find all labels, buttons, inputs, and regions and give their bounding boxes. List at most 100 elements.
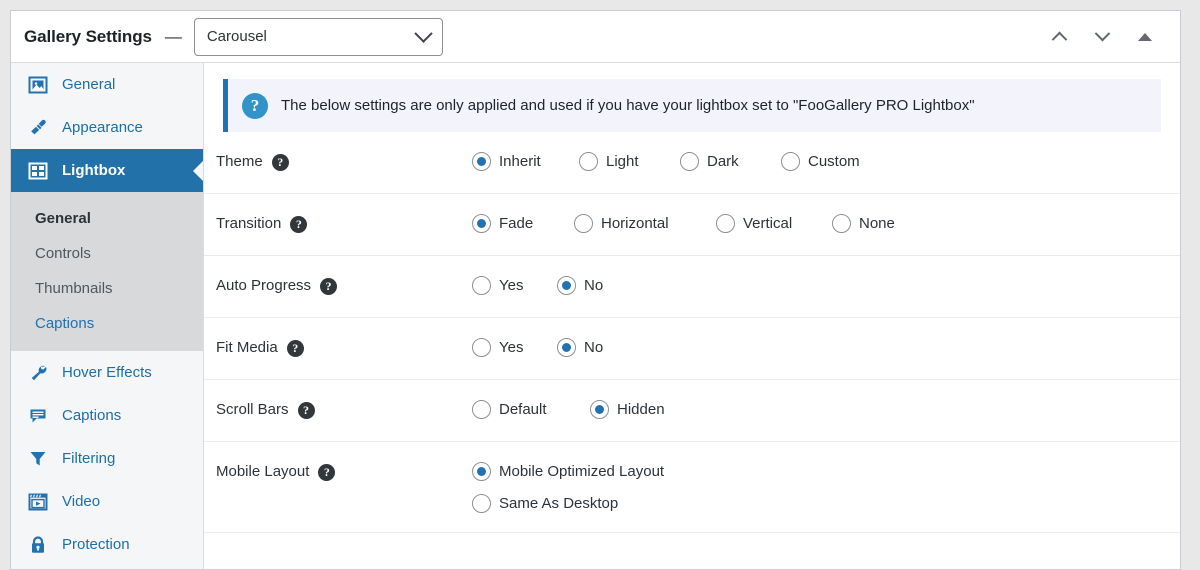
image-icon bbox=[27, 74, 49, 96]
help-icon[interactable]: ? bbox=[271, 153, 289, 171]
radio-option-inherit[interactable]: Inherit bbox=[472, 152, 579, 171]
setting-row-auto-progress: Auto Progress ? Yes No bbox=[204, 256, 1180, 318]
radio-option-no[interactable]: No bbox=[557, 338, 603, 357]
radio-label: Yes bbox=[499, 277, 524, 294]
active-indicator-arrow bbox=[193, 159, 203, 182]
chevron-down-icon bbox=[414, 24, 433, 43]
radio-option-mobile-optimized-layout[interactable]: Mobile Optimized Layout bbox=[472, 462, 664, 481]
radio-group-fit-media: Yes No bbox=[472, 337, 603, 357]
chevron-up-icon bbox=[1051, 31, 1067, 48]
radio-option-light[interactable]: Light bbox=[579, 152, 680, 171]
setting-label: Theme ? bbox=[204, 151, 472, 173]
help-icon[interactable]: ? bbox=[318, 463, 336, 481]
panel-body: General Appearance Lightbox General Cont… bbox=[11, 63, 1180, 569]
radio-option-same-as-desktop[interactable]: Same As Desktop bbox=[472, 494, 618, 513]
sidebar-item-label: Filtering bbox=[62, 450, 116, 467]
radio-label: Yes bbox=[499, 339, 524, 356]
radio-option-dark[interactable]: Dark bbox=[680, 152, 781, 171]
title-separator: — bbox=[164, 26, 182, 46]
sidebar-item-label: Video bbox=[62, 493, 101, 510]
page-title: Gallery Settings bbox=[24, 26, 152, 46]
chevron-down-icon bbox=[1094, 25, 1110, 42]
sidebar-item-filtering[interactable]: Filtering bbox=[11, 437, 203, 480]
sidebar-item-label: Protection bbox=[62, 536, 130, 553]
funnel-icon bbox=[27, 448, 49, 470]
sidebar-item-appearance[interactable]: Appearance bbox=[11, 106, 203, 149]
radio-label: Light bbox=[606, 153, 639, 170]
panel-header-actions bbox=[1046, 24, 1168, 50]
help-icon[interactable]: ? bbox=[297, 401, 315, 419]
grid-icon bbox=[27, 160, 49, 182]
submenu-item-captions[interactable]: Captions bbox=[11, 306, 203, 341]
sidebar-item-video[interactable]: Video bbox=[11, 480, 203, 523]
panel-header: Gallery Settings — Carousel bbox=[11, 11, 1180, 63]
setting-label: Fit Media ? bbox=[204, 337, 472, 359]
collapse-panel-button[interactable] bbox=[1132, 24, 1158, 50]
setting-row-fit-media: Fit Media ? Yes No bbox=[204, 318, 1180, 380]
radio-label: None bbox=[859, 215, 895, 232]
radio-label: Same As Desktop bbox=[499, 495, 619, 512]
radio-group-scroll-bars: Default Hidden bbox=[472, 399, 665, 419]
radio-indicator bbox=[574, 214, 593, 233]
submenu-item-controls[interactable]: Controls bbox=[11, 236, 203, 271]
radio-option-none[interactable]: None bbox=[832, 214, 895, 233]
radio-option-vertical[interactable]: Vertical bbox=[716, 214, 832, 233]
radio-indicator bbox=[716, 214, 735, 233]
radio-option-fade[interactable]: Fade bbox=[472, 214, 574, 233]
radio-option-yes[interactable]: Yes bbox=[472, 338, 557, 357]
sidebar-item-protection[interactable]: Protection bbox=[11, 523, 203, 566]
radio-option-hidden[interactable]: Hidden bbox=[590, 400, 665, 419]
submenu-item-thumbnails[interactable]: Thumbnails bbox=[11, 271, 203, 306]
setting-row-mobile-layout: Mobile Layout ? Mobile Optimized Layout … bbox=[204, 442, 1180, 533]
wrench-icon bbox=[27, 362, 49, 384]
radio-option-default[interactable]: Default bbox=[472, 400, 590, 419]
setting-label-text: Fit Media bbox=[216, 339, 278, 356]
radio-indicator bbox=[680, 152, 699, 171]
sidebar-item-label: Hover Effects bbox=[62, 364, 152, 381]
sidebar-item-lightbox[interactable]: Lightbox bbox=[11, 149, 203, 192]
settings-sidebar: General Appearance Lightbox General Cont… bbox=[11, 63, 204, 569]
move-up-button[interactable] bbox=[1046, 24, 1072, 50]
sidebar-item-captions[interactable]: Captions bbox=[11, 394, 203, 437]
radio-option-custom[interactable]: Custom bbox=[781, 152, 860, 171]
submenu-item-general[interactable]: General bbox=[11, 201, 203, 236]
sidebar-item-hover-effects[interactable]: Hover Effects bbox=[11, 351, 203, 394]
help-icon[interactable]: ? bbox=[290, 215, 308, 233]
help-icon[interactable]: ? bbox=[286, 339, 304, 357]
submenu-item-label: Thumbnails bbox=[35, 280, 113, 297]
radio-indicator bbox=[472, 338, 491, 357]
move-down-button[interactable] bbox=[1089, 24, 1115, 50]
gallery-template-select[interactable]: Carousel bbox=[193, 17, 443, 56]
setting-label-text: Transition bbox=[216, 215, 282, 232]
gallery-settings-panel: Gallery Settings — Carousel General Appe… bbox=[10, 10, 1181, 570]
radio-label: No bbox=[584, 339, 604, 356]
radio-label: Fade bbox=[499, 215, 534, 232]
setting-label: Transition ? bbox=[204, 213, 472, 235]
info-notice-text: The below settings are only applied and … bbox=[281, 97, 975, 114]
sidebar-item-general[interactable]: General bbox=[11, 63, 203, 106]
submenu-item-label: General bbox=[35, 210, 91, 227]
lightbox-submenu: General Controls Thumbnails Captions bbox=[11, 192, 203, 351]
radio-indicator bbox=[557, 276, 576, 295]
setting-label: Mobile Layout ? bbox=[204, 461, 472, 483]
radio-indicator bbox=[590, 400, 609, 419]
question-mark-icon: ? bbox=[242, 92, 268, 119]
radio-label: Mobile Optimized Layout bbox=[499, 463, 665, 480]
setting-label-text: Scroll Bars bbox=[216, 401, 289, 418]
help-icon[interactable]: ? bbox=[320, 277, 338, 295]
radio-group-mobile-layout: Mobile Optimized Layout Same As Desktop bbox=[472, 461, 664, 513]
radio-option-no[interactable]: No bbox=[557, 276, 603, 295]
submenu-item-label: Captions bbox=[35, 315, 95, 332]
radio-indicator bbox=[472, 152, 491, 171]
radio-indicator bbox=[472, 462, 491, 481]
radio-label: Horizontal bbox=[601, 215, 669, 232]
radio-option-yes[interactable]: Yes bbox=[472, 276, 557, 295]
radio-group-theme: Inherit Light Dark Custom bbox=[472, 151, 860, 171]
radio-label: Inherit bbox=[499, 153, 541, 170]
settings-content: ? The below settings are only applied an… bbox=[204, 63, 1180, 569]
setting-row-transition: Transition ? Fade Horizontal Vertical No… bbox=[204, 194, 1180, 256]
setting-label-text: Theme bbox=[216, 153, 263, 170]
radio-option-horizontal[interactable]: Horizontal bbox=[574, 214, 716, 233]
radio-indicator bbox=[557, 338, 576, 357]
radio-label: Default bbox=[499, 401, 547, 418]
